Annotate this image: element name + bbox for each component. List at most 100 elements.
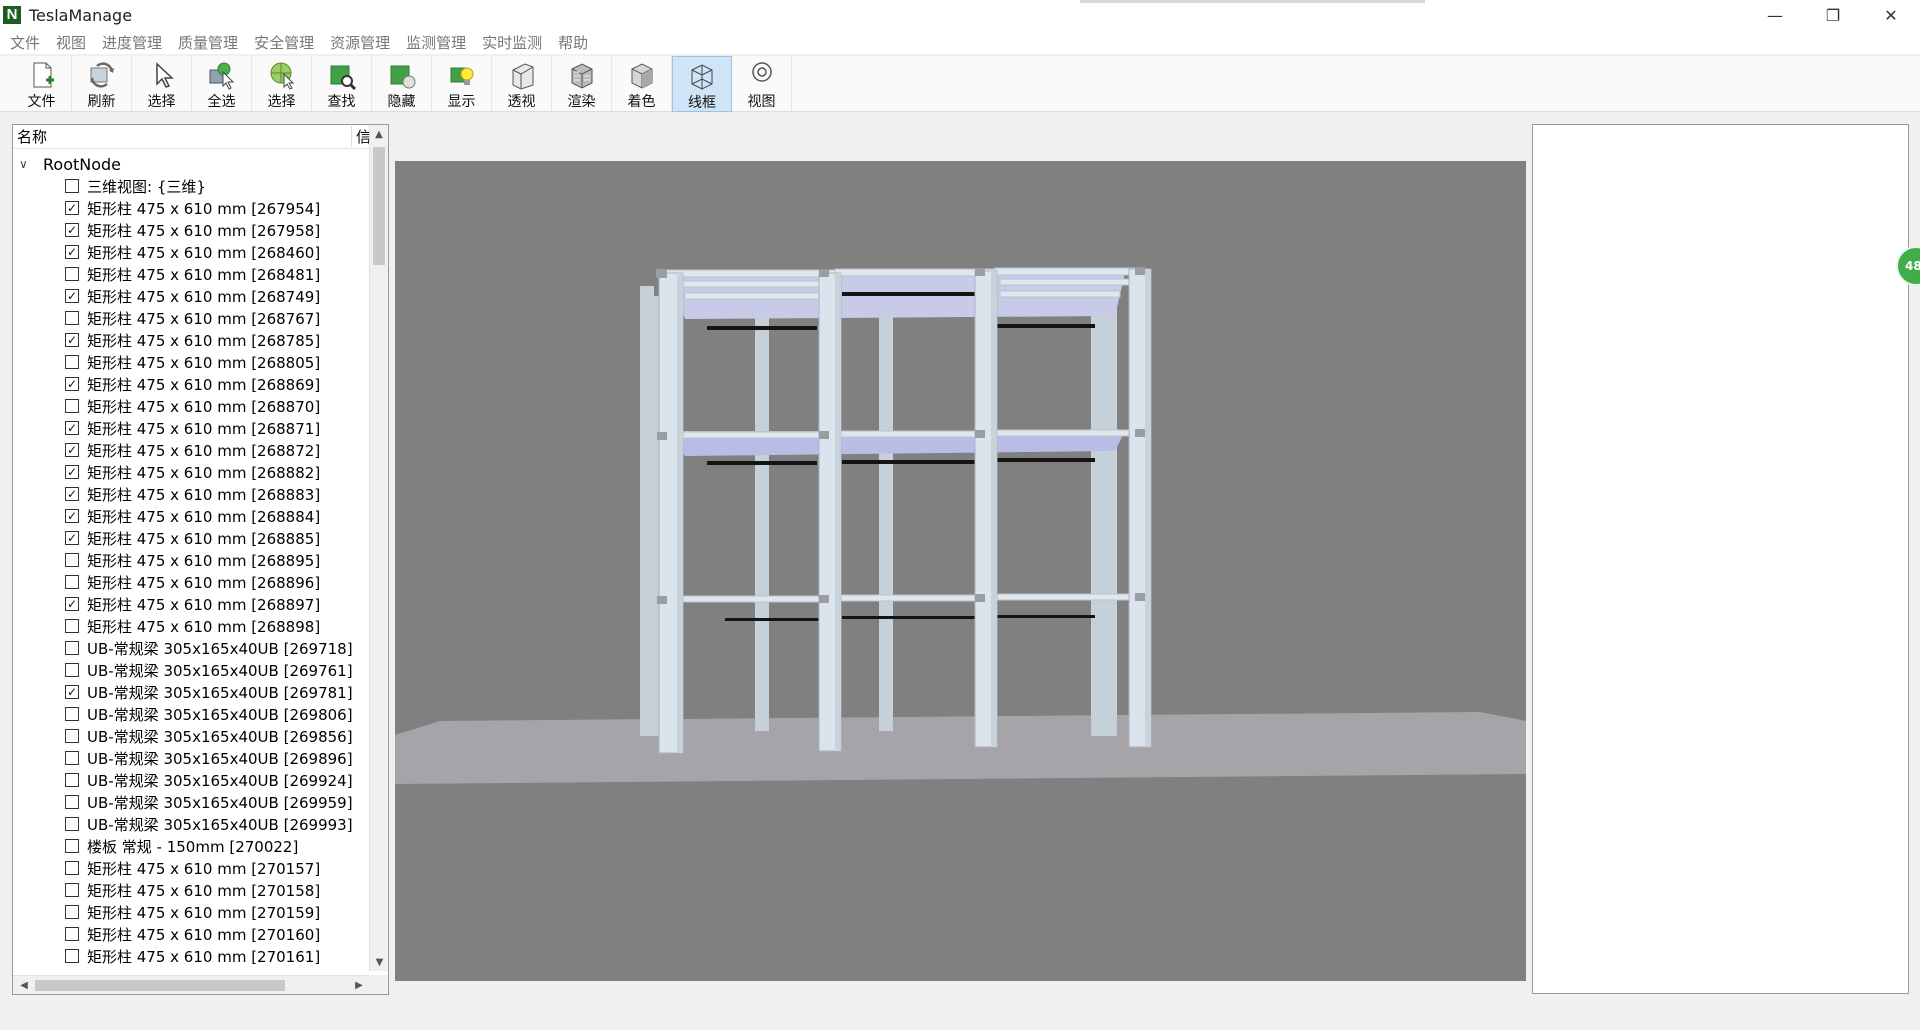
tree-item-checkbox[interactable] xyxy=(65,619,79,633)
tree-item[interactable]: 矩形柱 475 x 610 mm [268898] xyxy=(13,615,370,637)
tree-item-checkbox[interactable] xyxy=(65,751,79,765)
tree-item[interactable]: ✓ 矩形柱 475 x 610 mm [268871] xyxy=(13,417,370,439)
tree-item[interactable]: ✓ 矩形柱 475 x 610 mm [267954] xyxy=(13,197,370,219)
tree-item[interactable]: 矩形柱 475 x 610 mm [268896] xyxy=(13,571,370,593)
tree-item-checkbox[interactable] xyxy=(65,839,79,853)
tree-item[interactable]: 矩形柱 475 x 610 mm [270158] xyxy=(13,879,370,901)
tree-item[interactable]: UB-常规梁 305x165x40UB [269806] xyxy=(13,703,370,725)
tree-item-checkbox[interactable] xyxy=(65,311,79,325)
tree-item[interactable]: ✓ 矩形柱 475 x 610 mm [267958] xyxy=(13,219,370,241)
tree-item-checkbox[interactable] xyxy=(65,355,79,369)
tree-item-checkbox[interactable] xyxy=(65,641,79,655)
3d-viewport[interactable] xyxy=(395,161,1526,981)
toolbar-shade-button[interactable]: 着色 xyxy=(612,56,672,112)
tree-item-checkbox[interactable]: ✓ xyxy=(65,201,79,215)
tree-item[interactable]: UB-常规梁 305x165x40UB [269718] xyxy=(13,637,370,659)
tree-item[interactable]: UB-常规梁 305x165x40UB [269959] xyxy=(13,791,370,813)
tree-item[interactable]: ✓ 矩形柱 475 x 610 mm [268460] xyxy=(13,241,370,263)
restore-button[interactable]: ❐ xyxy=(1804,0,1862,30)
tree-item[interactable]: ✓ 矩形柱 475 x 610 mm [268882] xyxy=(13,461,370,483)
tree-item[interactable]: ✓ 矩形柱 475 x 610 mm [268885] xyxy=(13,527,370,549)
tree-item-checkbox[interactable] xyxy=(65,817,79,831)
toolbar-file-button[interactable]: 文件 xyxy=(12,56,72,112)
column-header-name[interactable]: 名称 xyxy=(13,126,351,147)
tree-item-checkbox[interactable] xyxy=(65,729,79,743)
tree-item[interactable]: UB-常规梁 305x165x40UB [269761] xyxy=(13,659,370,681)
tree-item[interactable]: 矩形柱 475 x 610 mm [270161] xyxy=(13,945,370,967)
menu-file[interactable]: 文件 xyxy=(4,32,46,53)
toolbar-select-globe-button[interactable]: 选择 xyxy=(252,56,312,112)
tree-item-checkbox[interactable]: ✓ xyxy=(65,421,79,435)
tree-item[interactable]: ✓ 矩形柱 475 x 610 mm [268897] xyxy=(13,593,370,615)
tree-item[interactable]: 矩形柱 475 x 610 mm [268767] xyxy=(13,307,370,329)
tree-vertical-scrollbar[interactable]: ▲ ▼ xyxy=(369,125,388,971)
menu-quality[interactable]: 质量管理 xyxy=(172,32,244,53)
toolbar-render-button[interactable]: 渲染 xyxy=(552,56,612,112)
scroll-thumb[interactable] xyxy=(373,147,385,265)
tree-item-checkbox[interactable]: ✓ xyxy=(65,487,79,501)
tree-item[interactable]: 矩形柱 475 x 610 mm [270157] xyxy=(13,857,370,879)
tree-item-checkbox[interactable] xyxy=(65,883,79,897)
minimize-button[interactable]: — xyxy=(1746,0,1804,30)
tree-item[interactable]: ✓ 矩形柱 475 x 610 mm [268869] xyxy=(13,373,370,395)
menu-help[interactable]: 帮助 xyxy=(552,32,594,53)
tree-item[interactable]: ✓ 矩形柱 475 x 610 mm [268883] xyxy=(13,483,370,505)
tree-item-checkbox[interactable]: ✓ xyxy=(65,509,79,523)
tree-item-checkbox[interactable] xyxy=(65,773,79,787)
tree-item-checkbox[interactable]: ✓ xyxy=(65,245,79,259)
tree-item[interactable]: 矩形柱 475 x 610 mm [268895] xyxy=(13,549,370,571)
tree-item-checkbox[interactable] xyxy=(65,795,79,809)
tree-item[interactable]: ✓ 矩形柱 475 x 610 mm [268872] xyxy=(13,439,370,461)
tree-item[interactable]: 矩形柱 475 x 610 mm [270159] xyxy=(13,901,370,923)
tree-item[interactable]: ✓ 矩形柱 475 x 610 mm [268785] xyxy=(13,329,370,351)
tree-item-checkbox[interactable]: ✓ xyxy=(65,333,79,347)
scroll-down-arrow-icon[interactable]: ▼ xyxy=(370,953,388,971)
tree-item[interactable]: UB-常规梁 305x165x40UB [269856] xyxy=(13,725,370,747)
tree-item-checkbox[interactable]: ✓ xyxy=(65,223,79,237)
tree-item[interactable]: ✓ UB-常规梁 305x165x40UB [269781] xyxy=(13,681,370,703)
tree-item[interactable]: 矩形柱 475 x 610 mm [268481] xyxy=(13,263,370,285)
tree-item-checkbox[interactable] xyxy=(65,861,79,875)
tree-item-checkbox[interactable]: ✓ xyxy=(65,531,79,545)
tree-item-checkbox[interactable] xyxy=(65,267,79,281)
menu-progress[interactable]: 进度管理 xyxy=(96,32,168,53)
tree-item-checkbox[interactable] xyxy=(65,399,79,413)
menu-realtime[interactable]: 实时监测 xyxy=(476,32,548,53)
tree-item-checkbox[interactable]: ✓ xyxy=(65,685,79,699)
menu-safety[interactable]: 安全管理 xyxy=(248,32,320,53)
tree-item[interactable]: UB-常规梁 305x165x40UB [269993] xyxy=(13,813,370,835)
tree-item[interactable]: 楼板 常规 - 150mm [270022] xyxy=(13,835,370,857)
scroll-thumb-horizontal[interactable] xyxy=(35,980,285,991)
tree-item[interactable]: 矩形柱 475 x 610 mm [270160] xyxy=(13,923,370,945)
menu-resource[interactable]: 资源管理 xyxy=(324,32,396,53)
tree-item-checkbox[interactable]: ✓ xyxy=(65,443,79,457)
tree-item[interactable]: ✓ 矩形柱 475 x 610 mm [268749] xyxy=(13,285,370,307)
tree-item[interactable]: UB-常规梁 305x165x40UB [269924] xyxy=(13,769,370,791)
tree-item-checkbox[interactable] xyxy=(65,927,79,941)
toolbar-find-button[interactable]: 查找 xyxy=(312,56,372,112)
tree-item-checkbox[interactable] xyxy=(65,179,79,193)
toolbar-select-all-button[interactable]: 全选 xyxy=(192,56,252,112)
tree-item-checkbox[interactable] xyxy=(65,949,79,963)
scroll-left-arrow-icon[interactable]: ◀ xyxy=(15,976,33,994)
toolbar-select-button[interactable]: 选择 xyxy=(132,56,192,112)
toolbar-hide-button[interactable]: 隐藏 xyxy=(372,56,432,112)
column-header-info[interactable]: 信 xyxy=(351,126,370,147)
chevron-down-icon[interactable]: ∨ xyxy=(19,157,35,171)
tree-item-checkbox[interactable]: ✓ xyxy=(65,465,79,479)
tree-item-checkbox[interactable] xyxy=(65,575,79,589)
tree-item-checkbox[interactable] xyxy=(65,553,79,567)
menu-view[interactable]: 视图 xyxy=(50,32,92,53)
scroll-up-arrow-icon[interactable]: ▲ xyxy=(370,125,388,143)
tree-item-checkbox[interactable]: ✓ xyxy=(65,377,79,391)
toolbar-show-button[interactable]: 显示 xyxy=(432,56,492,112)
tree-item-checkbox[interactable]: ✓ xyxy=(65,597,79,611)
tree-item-checkbox[interactable]: ✓ xyxy=(65,289,79,303)
toolbar-view-button[interactable]: 视图 xyxy=(732,56,792,112)
tree-item[interactable]: 矩形柱 475 x 610 mm [268805] xyxy=(13,351,370,373)
menu-monitoring[interactable]: 监测管理 xyxy=(400,32,472,53)
tree-item-checkbox[interactable] xyxy=(65,663,79,677)
tree-root-node[interactable]: ∨ RootNode xyxy=(13,153,370,175)
scroll-right-arrow-icon[interactable]: ▶ xyxy=(350,976,368,994)
toolbar-refresh-button[interactable]: 刷新 xyxy=(72,56,132,112)
